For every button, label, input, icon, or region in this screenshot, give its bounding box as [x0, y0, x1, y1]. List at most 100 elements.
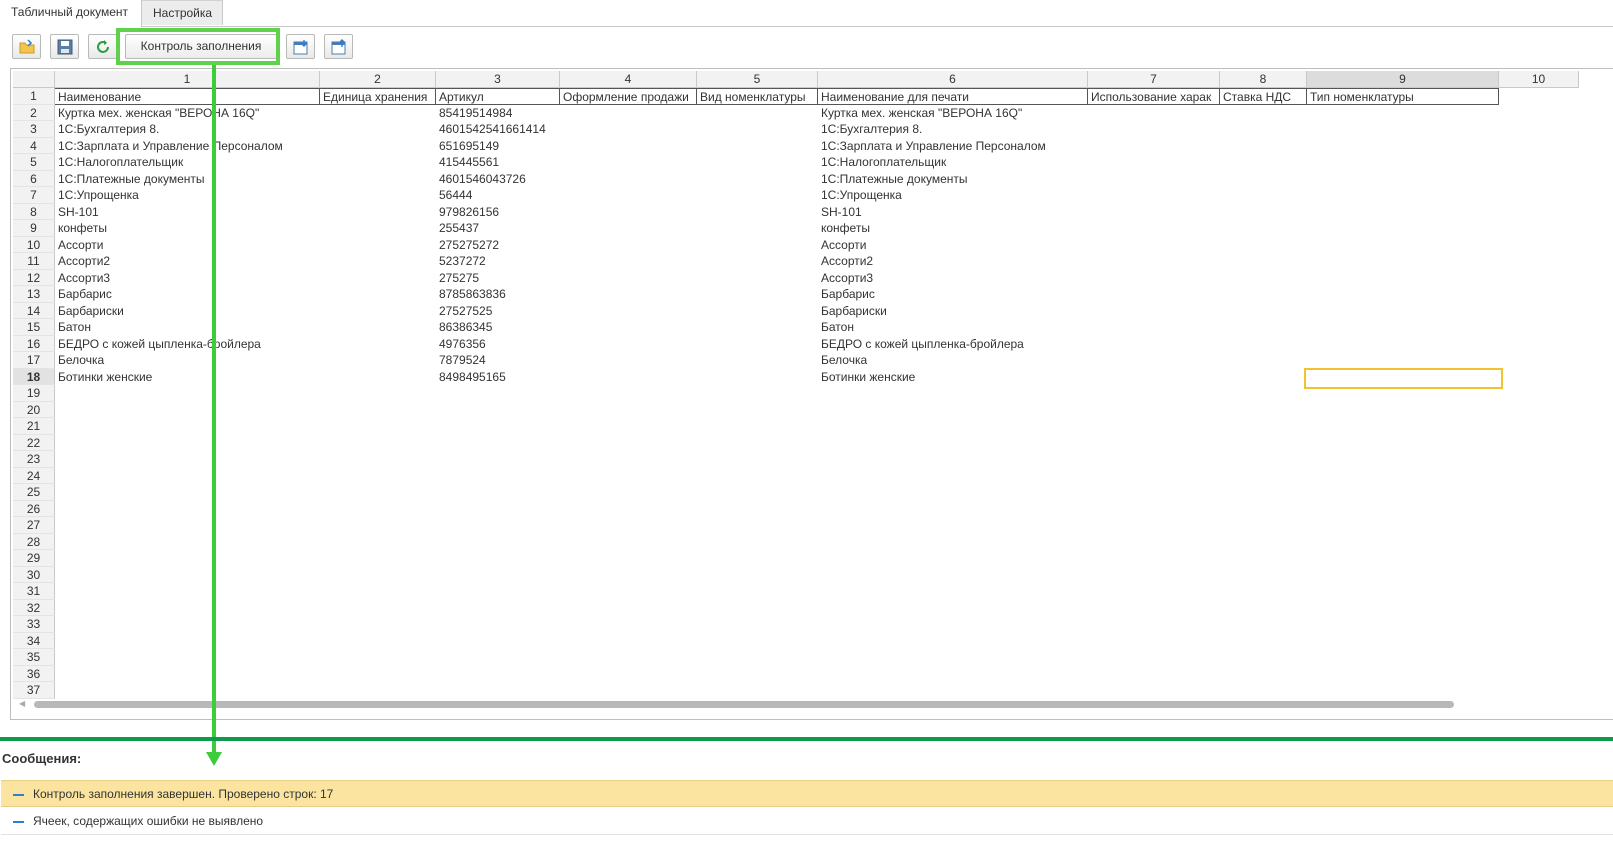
- table-cell[interactable]: БЕДРО с кожей цыпленка-бройлера: [818, 336, 1088, 353]
- row-header-5[interactable]: 5: [13, 154, 55, 171]
- row-header-32[interactable]: 32: [13, 599, 55, 616]
- active-cell[interactable]: [1304, 367, 1503, 389]
- horizontal-scrollbar[interactable]: ◀: [13, 699, 1612, 709]
- collapse-dash-icon[interactable]: [13, 821, 24, 823]
- row-header-13[interactable]: 13: [13, 286, 55, 303]
- column-header-8[interactable]: 8: [1220, 71, 1307, 88]
- table-cell[interactable]: Ассорти2: [818, 253, 1088, 270]
- row-header-2[interactable]: 2: [13, 104, 55, 121]
- message-item[interactable]: Ячеек, содержащих ошибки не выявлено: [1, 808, 1613, 835]
- row-header-11[interactable]: 11: [13, 253, 55, 270]
- row-header-8[interactable]: 8: [13, 203, 55, 220]
- table-cell[interactable]: 27527525: [436, 303, 560, 320]
- collapse-dash-icon[interactable]: [13, 794, 24, 796]
- export-button[interactable]: [324, 34, 353, 59]
- message-item[interactable]: Контроль заполнения завершен. Проверено …: [1, 780, 1613, 807]
- table-cell[interactable]: 255437: [436, 220, 560, 237]
- row-header-3[interactable]: 3: [13, 121, 55, 138]
- table-cell[interactable]: 4601542541661414: [436, 121, 560, 138]
- grid-corner[interactable]: [13, 71, 55, 88]
- row-header-7[interactable]: 7: [13, 187, 55, 204]
- fill-control-button[interactable]: Контроль заполнения: [125, 34, 277, 59]
- table-cell[interactable]: Барбарис: [55, 286, 320, 303]
- table-cell[interactable]: конфеты: [818, 220, 1088, 237]
- header-cell[interactable]: Вид номенклатуры: [697, 88, 818, 105]
- header-cell[interactable]: Ставка НДС: [1220, 88, 1307, 105]
- table-cell[interactable]: 1С:Бухгалтерия 8.: [818, 121, 1088, 138]
- open-file-button[interactable]: [12, 34, 41, 59]
- row-header-12[interactable]: 12: [13, 269, 55, 286]
- row-header-31[interactable]: 31: [13, 583, 55, 600]
- column-header-7[interactable]: 7: [1088, 71, 1220, 88]
- table-cell[interactable]: SH-101: [55, 204, 320, 221]
- row-header-19[interactable]: 19: [13, 385, 55, 402]
- table-cell[interactable]: конфеты: [55, 220, 320, 237]
- scrollbar-thumb[interactable]: [34, 701, 1454, 708]
- table-cell[interactable]: 4976356: [436, 336, 560, 353]
- row-header-25[interactable]: 25: [13, 484, 55, 501]
- table-cell[interactable]: БЕДРО с кожей цыпленка-бройлера: [55, 336, 320, 353]
- table-cell[interactable]: Ассорти2: [55, 253, 320, 270]
- table-cell[interactable]: 651695149: [436, 138, 560, 155]
- table-cell[interactable]: Барбариски: [818, 303, 1088, 320]
- row-header-22[interactable]: 22: [13, 434, 55, 451]
- table-cell[interactable]: Ботинки женские: [55, 369, 320, 386]
- row-header-14[interactable]: 14: [13, 302, 55, 319]
- save-button[interactable]: [50, 34, 79, 59]
- row-header-24[interactable]: 24: [13, 467, 55, 484]
- row-header-6[interactable]: 6: [13, 170, 55, 187]
- row-header-37[interactable]: 37: [13, 682, 55, 699]
- spreadsheet[interactable]: 1 2 3 4 5 6 7 8 9 10 1 2 3 4 5 6 7 8 9 10 11 12 13 14 15 16 17 18 19…: [10, 68, 1613, 720]
- column-header-10[interactable]: 10: [1499, 71, 1579, 88]
- table-cell[interactable]: 85419514984: [436, 105, 560, 122]
- tab-spreadsheet-document[interactable]: Табличный документ: [0, 0, 142, 27]
- table-cell[interactable]: SH-101: [818, 204, 1088, 221]
- row-header-34[interactable]: 34: [13, 632, 55, 649]
- header-cell[interactable]: Использование харак: [1088, 88, 1220, 105]
- row-header-1[interactable]: 1: [13, 88, 55, 105]
- header-cell[interactable]: Наименование для печати: [818, 88, 1088, 105]
- table-cell[interactable]: 7879524: [436, 352, 560, 369]
- row-header-4[interactable]: 4: [13, 137, 55, 154]
- table-cell[interactable]: 1С:Зарплата и Управление Персоналом: [55, 138, 320, 155]
- table-cell[interactable]: 8785863836: [436, 286, 560, 303]
- row-header-9[interactable]: 9: [13, 220, 55, 237]
- table-cell[interactable]: 1С:Платежные документы: [55, 171, 320, 188]
- table-cell[interactable]: Куртка мех. женская "ВЕРОНА 16Q": [55, 105, 320, 122]
- column-header-4[interactable]: 4: [560, 71, 697, 88]
- table-cell[interactable]: Барбариски: [55, 303, 320, 320]
- table-cell[interactable]: 1С:Бухгалтерия 8.: [55, 121, 320, 138]
- table-cell[interactable]: 56444: [436, 187, 560, 204]
- row-header-27[interactable]: 27: [13, 517, 55, 534]
- column-header-5[interactable]: 5: [697, 71, 818, 88]
- header-cell[interactable]: Оформление продажи: [560, 88, 697, 105]
- row-header-36[interactable]: 36: [13, 665, 55, 682]
- tab-settings[interactable]: Настройка: [142, 0, 223, 25]
- table-cell[interactable]: 415445561: [436, 154, 560, 171]
- row-header-28[interactable]: 28: [13, 533, 55, 550]
- row-header-16[interactable]: 16: [13, 335, 55, 352]
- table-cell[interactable]: 979826156: [436, 204, 560, 221]
- row-header-15[interactable]: 15: [13, 319, 55, 336]
- table-cell[interactable]: 1С:Упрощенка: [55, 187, 320, 204]
- table-cell[interactable]: Ботинки женские: [818, 369, 1088, 386]
- row-header-21[interactable]: 21: [13, 418, 55, 435]
- row-header-35[interactable]: 35: [13, 649, 55, 666]
- table-cell[interactable]: Батон: [818, 319, 1088, 336]
- column-header-3[interactable]: 3: [436, 71, 560, 88]
- table-cell[interactable]: 1С:Платежные документы: [818, 171, 1088, 188]
- refresh-button[interactable]: [88, 34, 117, 59]
- table-cell[interactable]: Ассорти3: [55, 270, 320, 287]
- table-cell[interactable]: Барбарис: [818, 286, 1088, 303]
- row-header-29[interactable]: 29: [13, 550, 55, 567]
- row-header-18[interactable]: 18: [13, 368, 55, 385]
- table-cell[interactable]: 275275: [436, 270, 560, 287]
- table-cell[interactable]: Белочка: [818, 352, 1088, 369]
- table-cell[interactable]: 5237272: [436, 253, 560, 270]
- column-header-1[interactable]: 1: [55, 71, 320, 88]
- table-cell[interactable]: Ассорти: [55, 237, 320, 254]
- header-cell[interactable]: Наименование: [55, 88, 320, 105]
- table-cell[interactable]: 8498495165: [436, 369, 560, 386]
- table-cell[interactable]: 275275272: [436, 237, 560, 254]
- column-header-9[interactable]: 9: [1307, 71, 1499, 88]
